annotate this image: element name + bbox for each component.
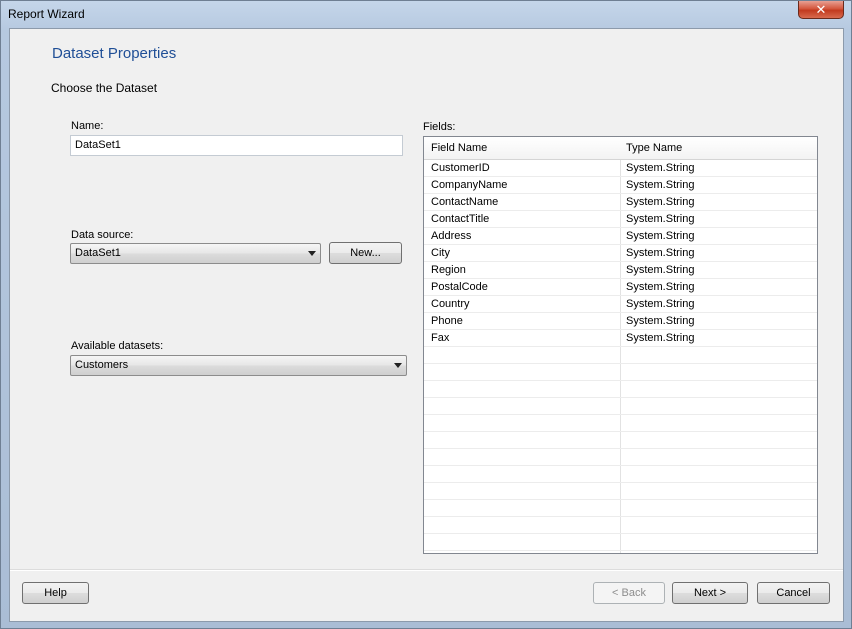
available-datasets-selected: Customers (75, 359, 129, 371)
type-name-cell: System.String (626, 213, 695, 225)
table-row[interactable]: Fax System.String (424, 330, 817, 347)
type-name-cell: System.String (626, 298, 695, 310)
report-wizard-window: Report Wizard ✕ Dataset Properties Choos… (0, 0, 852, 629)
empty-row (424, 432, 817, 449)
empty-row (424, 381, 817, 398)
empty-row (424, 500, 817, 517)
empty-row (424, 483, 817, 500)
empty-row (424, 517, 817, 534)
table-row[interactable]: Address System.String (424, 228, 817, 245)
data-source-label: Data source: (71, 229, 134, 241)
empty-row (424, 415, 817, 432)
page-subtitle: Choose the Dataset (51, 81, 158, 95)
close-button[interactable]: ✕ (798, 1, 844, 19)
type-name-cell: System.String (626, 264, 695, 276)
field-name-cell: ContactTitle (431, 213, 490, 225)
fields-label: Fields: (423, 121, 456, 133)
grid-header: Field Name Type Name (424, 137, 817, 160)
table-row[interactable]: ContactTitle System.String (424, 211, 817, 228)
empty-row (424, 398, 817, 415)
empty-row (424, 466, 817, 483)
footer-divider (10, 569, 843, 571)
field-name-cell: Phone (431, 315, 463, 327)
type-name-cell: System.String (626, 315, 695, 327)
close-icon: ✕ (815, 1, 827, 17)
field-name-cell: Fax (431, 332, 450, 344)
field-name-cell: CompanyName (431, 179, 508, 191)
table-row[interactable]: Region System.String (424, 262, 817, 279)
type-name-cell: System.String (626, 230, 695, 242)
data-source-selected: DataSet1 (75, 247, 121, 259)
empty-row (424, 534, 817, 551)
name-input[interactable]: DataSet1 (70, 135, 403, 156)
table-row[interactable]: ContactName System.String (424, 194, 817, 211)
page-title: Dataset Properties (52, 45, 177, 62)
field-name-cell: CustomerID (431, 162, 490, 174)
field-name-cell: PostalCode (431, 281, 488, 293)
fields-grid[interactable]: Field Name Type Name CustomerID System.St… (423, 136, 818, 554)
field-name-cell: City (431, 247, 450, 259)
table-row[interactable]: CompanyName System.String (424, 177, 817, 194)
field-name-cell: Country (431, 298, 470, 310)
type-name-cell: System.String (626, 196, 695, 208)
next-button[interactable]: Next > (672, 582, 748, 604)
available-datasets-label: Available datasets: (71, 340, 164, 352)
cancel-button[interactable]: Cancel (757, 582, 830, 604)
type-name-cell: System.String (626, 332, 695, 344)
available-datasets-select[interactable]: Customers (70, 355, 407, 376)
data-source-select[interactable]: DataSet1 (70, 243, 321, 264)
chevron-down-icon (394, 363, 402, 368)
new-data-source-button[interactable]: New... (329, 242, 402, 264)
chevron-down-icon (308, 251, 316, 256)
help-button[interactable]: Help (22, 582, 89, 604)
table-row[interactable]: CustomerID System.String (424, 160, 817, 177)
field-name-cell: Region (431, 264, 466, 276)
field-name-cell: ContactName (431, 196, 499, 208)
wizard-page: Dataset Properties Choose the Dataset Na… (9, 28, 844, 622)
column-header-type-name[interactable]: Type Name (626, 142, 682, 154)
field-name-cell: Address (431, 230, 472, 242)
column-header-field-name[interactable]: Field Name (431, 142, 487, 154)
window-title: Report Wizard (8, 7, 85, 21)
type-name-cell: System.String (626, 162, 695, 174)
type-name-cell: System.String (626, 281, 695, 293)
title-bar[interactable]: Report Wizard ✕ (1, 1, 851, 27)
name-input-value: DataSet1 (75, 139, 121, 151)
table-row[interactable]: PostalCode System.String (424, 279, 817, 296)
table-row[interactable]: Country System.String (424, 296, 817, 313)
table-row[interactable]: Phone System.String (424, 313, 817, 330)
empty-row (424, 449, 817, 466)
table-row[interactable]: City System.String (424, 245, 817, 262)
empty-row (424, 364, 817, 381)
type-name-cell: System.String (626, 247, 695, 259)
empty-row (424, 347, 817, 364)
type-name-cell: System.String (626, 179, 695, 191)
back-button[interactable]: < Back (593, 582, 665, 604)
name-label: Name: (71, 120, 104, 132)
